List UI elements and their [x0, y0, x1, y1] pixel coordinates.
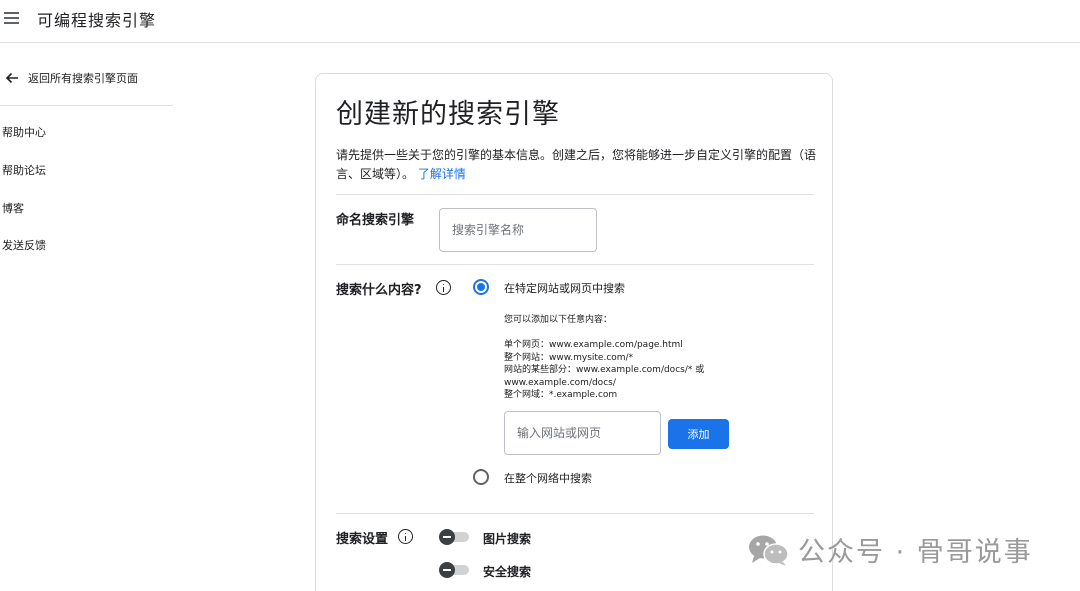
engine-name-input[interactable] — [439, 208, 597, 252]
back-to-engines-link[interactable]: 返回所有搜索引擎页面 — [4, 70, 138, 86]
back-link-label: 返回所有搜索引擎页面 — [28, 72, 138, 85]
safe-search-toggle[interactable] — [439, 562, 469, 578]
create-engine-card: 创建新的搜索引擎 请先提供一些关于您的引擎的基本信息。创建之后，您将能够进一步自… — [315, 73, 833, 591]
radio-entire-web-label: 在整个网络中搜索 — [504, 472, 592, 485]
section-divider — [336, 194, 814, 195]
sidebar-item-blog[interactable]: 博客 — [2, 200, 24, 216]
hint-line: www.example.com/docs/ — [504, 378, 616, 388]
content-section-label: 搜索什么内容? — [336, 283, 422, 298]
settings-section-label: 搜索设置 — [336, 532, 389, 547]
hint-line: 整个网站：www.mysite.com/* — [504, 353, 634, 363]
name-section-label: 命名搜索引擎 — [336, 213, 415, 228]
page-title: 创建新的搜索引擎 — [336, 99, 560, 130]
hint-line: 整个网域：*.example.com — [504, 390, 618, 400]
image-search-toggle[interactable] — [439, 529, 469, 545]
sidebar-divider — [0, 105, 173, 106]
hamburger-menu-icon[interactable] — [4, 10, 22, 26]
sidebar-item-help-forum[interactable]: 帮助论坛 — [2, 162, 46, 178]
section-divider — [336, 513, 814, 514]
add-site-button[interactable]: 添加 — [668, 419, 729, 449]
info-icon[interactable] — [436, 280, 451, 295]
sidebar: 返回所有搜索引擎页面 帮助中心 帮助论坛 博客 发送反馈 — [0, 43, 173, 591]
top-app-bar: 可编程搜索引擎 — [0, 0, 1080, 43]
learn-more-link[interactable]: 了解详情 — [418, 167, 466, 181]
hint-intro: 您可以添加以下任意内容： — [504, 315, 613, 325]
radio-specific-sites-label: 在特定网站或网页中搜索 — [504, 282, 625, 295]
arrow-back-icon — [5, 72, 18, 84]
sidebar-item-help-center[interactable]: 帮助中心 — [2, 124, 46, 140]
radio-entire-web[interactable] — [473, 469, 489, 485]
wechat-logo-icon — [749, 535, 789, 566]
site-url-input[interactable] — [504, 411, 661, 455]
description-text: 请先提供一些关于您的引擎的基本信息。创建之后，您将能够进一步自定义引擎的配置（语… — [336, 148, 817, 181]
sidebar-item-send-feedback[interactable]: 发送反馈 — [2, 237, 46, 253]
app-title: 可编程搜索引擎 — [37, 11, 157, 30]
info-icon[interactable] — [398, 529, 413, 544]
card-description: 请先提供一些关于您的引擎的基本信息。创建之后，您将能够进一步自定义引擎的配置（语… — [336, 146, 816, 184]
radio-specific-sites[interactable] — [473, 279, 489, 295]
section-divider — [336, 264, 814, 265]
watermark-text: 公众号 · 骨哥说事 — [798, 537, 1033, 568]
safe-search-label: 安全搜索 — [483, 565, 532, 579]
hint-line: 网站的某些部分：www.example.com/docs/* 或 — [504, 365, 705, 375]
image-search-label: 图片搜索 — [483, 532, 532, 546]
hint-line: 单个网页：www.example.com/page.html — [504, 340, 683, 350]
wechat-watermark: 公众号 · 骨哥说事 — [748, 530, 1033, 569]
